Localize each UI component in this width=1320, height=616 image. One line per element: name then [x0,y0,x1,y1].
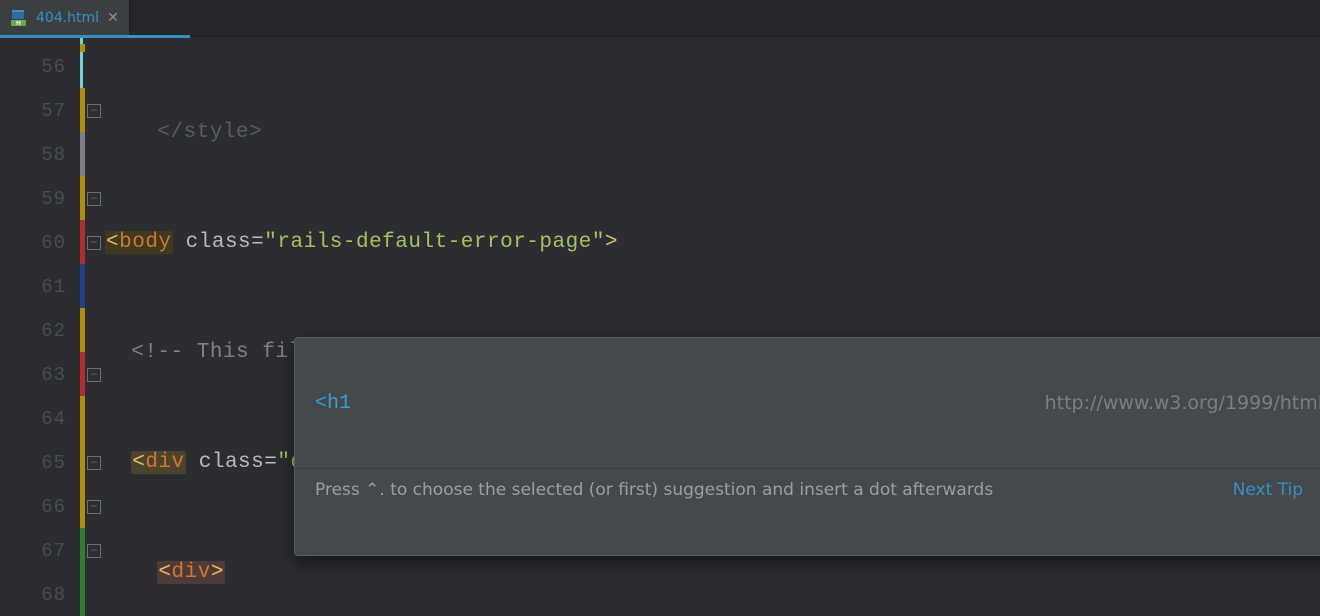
line-number[interactable]: 61 [0,265,80,309]
fold-toggle-icon[interactable] [87,368,101,382]
fold-toggle-icon[interactable] [87,544,101,558]
marker-stripe [80,36,86,600]
code-line[interactable]: </style> [105,111,1320,155]
html-file-icon: H [10,9,28,27]
line-number[interactable]: 58 [0,133,80,177]
line-number[interactable]: 57 [0,89,80,133]
completion-namespace: http://www.w3.org/1999/html [1045,392,1320,414]
code-editor[interactable]: </style> <body class="rails-default-erro… [105,37,1320,601]
more-options-icon[interactable]: ⋮ [1315,480,1320,501]
code-completion-popup: <h1 http://www.w3.org/1999/html Press ⌃.… [294,337,1320,556]
line-number[interactable]: 62 [0,309,80,353]
line-number[interactable]: 67 [0,529,80,573]
line-number[interactable]: 63 [0,353,80,397]
fold-toggle-icon[interactable] [87,192,101,206]
completion-hint-text: Press ⌃. to choose the selected (or firs… [315,480,993,500]
close-tab-icon[interactable]: ✕ [107,10,119,27]
line-number[interactable]: 66 [0,485,80,529]
completion-hint-row: Press ⌃. to choose the selected (or firs… [295,468,1320,511]
line-number-gutter: 56 57 58 59 60 61 62 63 64 65 66 67 68 [0,37,80,601]
completion-item[interactable]: <h1 http://www.w3.org/1999/html [295,382,1320,424]
line-number[interactable]: 68 [0,573,80,616]
fold-toggle-icon[interactable] [87,500,101,514]
file-tab-404-html[interactable]: H 404.html ✕ [0,0,130,36]
tab-bar: H 404.html ✕ [0,0,1320,37]
line-number[interactable]: 59 [0,177,80,221]
fold-toggle-icon[interactable] [87,236,101,250]
next-tip-link[interactable]: Next Tip [1233,480,1303,500]
code-line[interactable]: <body class="rails-default-error-page"> [105,221,1320,265]
line-number[interactable]: 65 [0,441,80,485]
completion-suggestion: <h1 [315,392,351,415]
fold-toggle-icon[interactable] [87,104,101,118]
line-number[interactable]: 60 [0,221,80,265]
fold-toggle-icon[interactable] [87,456,101,470]
code-line[interactable]: <div> [105,551,1320,595]
line-number[interactable]: 64 [0,397,80,441]
svg-text:H: H [16,20,21,27]
tab-filename: 404.html [36,10,99,26]
editor-area: 56 57 58 59 60 61 62 63 64 65 66 67 68 <… [0,37,1320,601]
line-number[interactable]: 56 [0,45,80,89]
